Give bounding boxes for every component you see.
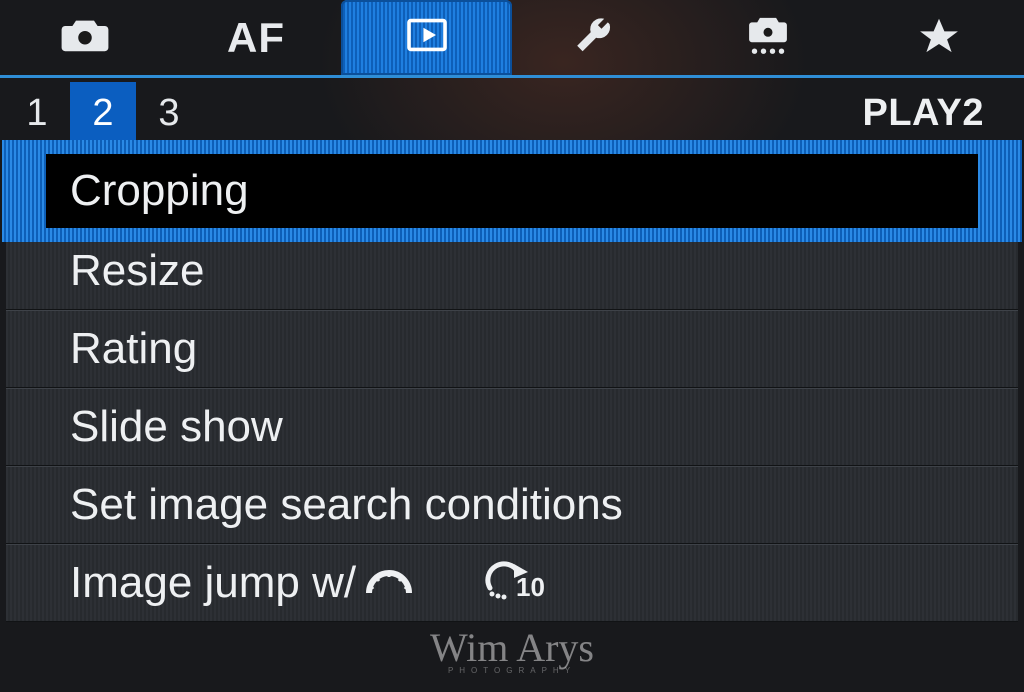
watermark-name: Wim Arys [430,625,594,670]
custom-fn-tab[interactable] [683,0,854,75]
page-3-tab[interactable]: 3 [136,82,202,144]
play-icon [400,13,454,62]
menu-item-label: Set image search conditions [70,480,623,530]
svg-text:10: 10 [516,572,545,602]
menu-item-value: 10 [422,554,1000,613]
sub-tab-strip: 1 2 3 PLAY2 [0,78,1024,144]
menu-item-label: Image jump w/ [70,558,356,608]
af-label: AF [227,14,285,62]
wrench-icon [570,13,624,62]
menu-item-label: Slide show [70,402,283,452]
menu-item-resize[interactable]: Resize [6,232,1018,310]
menu-item-rating[interactable]: Rating [6,310,1018,388]
menu-item-set-image-search-conditions[interactable]: Set image search conditions [6,466,1018,544]
top-tab-strip: AF [0,0,1024,78]
camera-icon [58,13,112,62]
playback-tab[interactable] [341,0,512,75]
menu-item-cropping[interactable]: Cropping [6,154,1018,228]
shooting-tab[interactable] [0,0,171,75]
menu-list: Cropping Resize Rating Slide show Set im… [6,154,1018,622]
camera-dots-icon [741,13,795,62]
jump10-icon: 10 [482,554,552,613]
af-tab[interactable]: AF [171,0,342,75]
camera-menu-screen: AF [0,0,1024,692]
menu-item-slide-show[interactable]: Slide show [6,388,1018,466]
page-1-tab[interactable]: 1 [4,82,70,144]
watermark: Wim Arys PHOTOGRAPHY [430,632,594,674]
main-dial-icon [366,558,412,608]
section-label: PLAY2 [863,82,1017,144]
watermark-sub: PHOTOGRAPHY [430,668,594,674]
page-2-tab[interactable]: 2 [70,82,136,144]
menu-item-label: Rating [70,324,197,374]
star-icon [912,13,966,62]
setup-tab[interactable] [512,0,683,75]
my-menu-tab[interactable] [853,0,1024,75]
menu-item-image-jump[interactable]: Image jump w/ [6,544,1018,622]
menu-item-label: Cropping [70,166,249,216]
menu-item-label: Resize [70,246,205,296]
